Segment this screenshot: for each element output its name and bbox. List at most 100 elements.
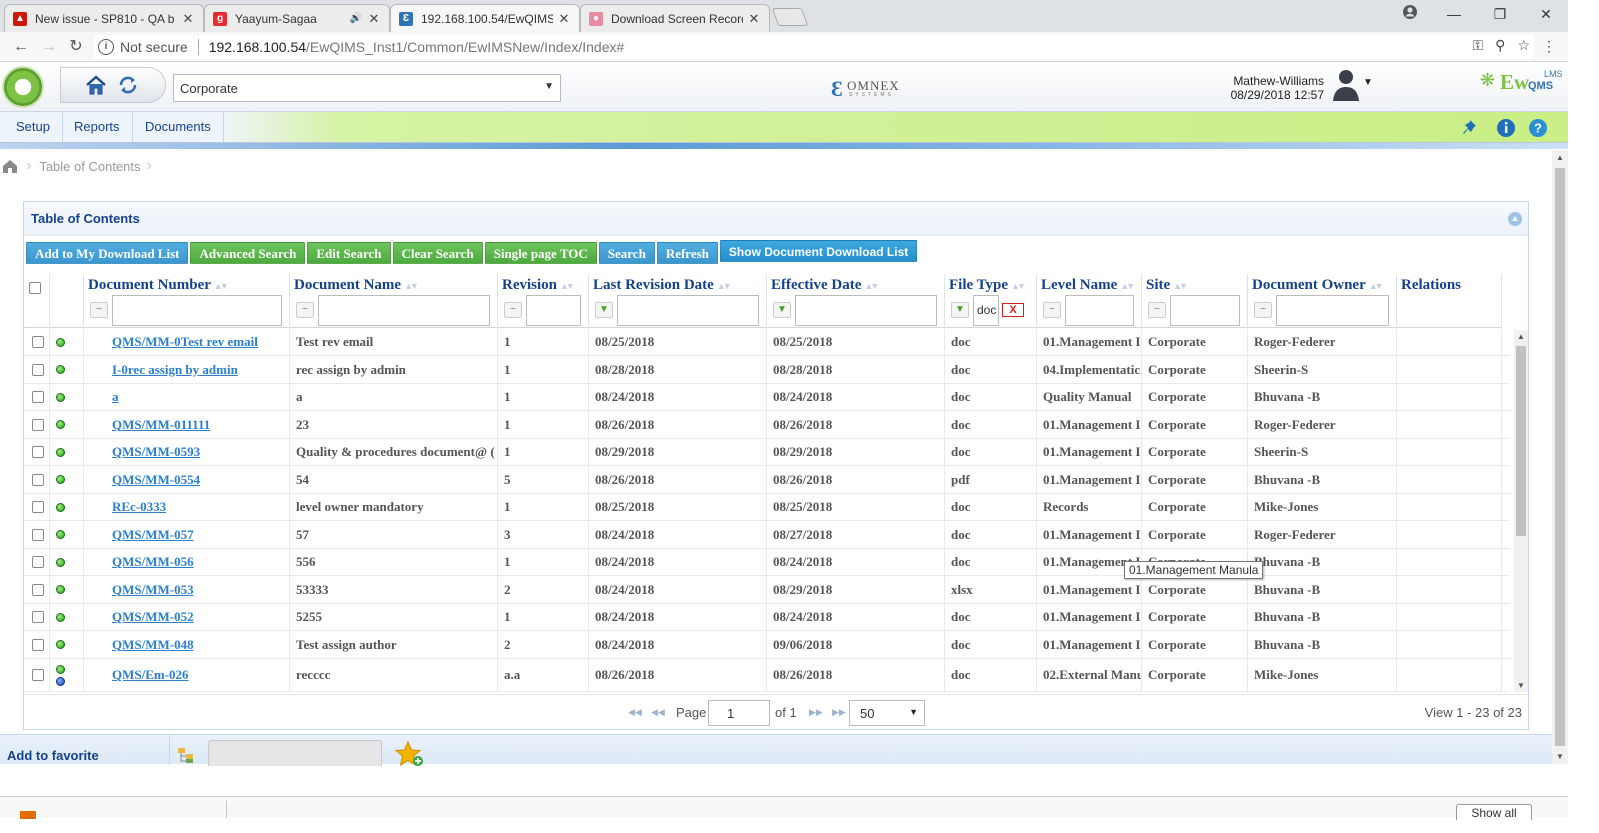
sort-icon[interactable]: ▲▼ [214,281,229,291]
scroll-down-icon[interactable]: ▼ [1517,681,1525,690]
document-link[interactable]: QMS/MM-0Test rev email [84,329,290,355]
column-label[interactable]: Document Owner ▲▼ [1252,277,1384,294]
sort-icon[interactable]: ▲▼ [717,281,732,291]
row-checkbox[interactable] [32,611,44,623]
sort-icon[interactable]: ▲▼ [560,281,575,291]
row-checkbox[interactable] [32,638,44,651]
next-page-icon[interactable]: ▶▶ [809,707,823,718]
favorite-tab[interactable] [208,740,382,766]
user-menu-chevron-icon[interactable]: ▼ [1363,77,1373,88]
filter-input-rev[interactable] [526,295,581,326]
filter-operator-icon[interactable]: ~ [1254,302,1272,318]
column-label[interactable]: Last Revision Date ▲▼ [593,277,732,294]
add-favorite-star-icon[interactable] [395,740,425,768]
document-link[interactable]: QMS/MM-011111 [84,411,290,438]
filter-input-level[interactable] [1065,295,1134,326]
filter-operator-icon[interactable]: ~ [90,302,108,318]
filter-input-lastrev[interactable] [617,295,759,326]
back-icon[interactable]: ← [10,36,32,58]
page-scrollbar[interactable]: ▲ ▼ [1552,150,1568,764]
page-scroll-thumb[interactable] [1555,168,1565,746]
row-checkbox[interactable] [32,528,44,541]
key-icon[interactable]: ⚿ [1473,37,1484,54]
table-row[interactable]: REc-0333 level owner mandatory 1 08/25/2018… [24,494,1510,521]
page-scroll-down-icon[interactable]: ▼ [1556,752,1564,761]
sort-icon[interactable]: ▲▼ [1369,281,1384,291]
column-label[interactable]: Effective Date ▲▼ [771,277,879,294]
add-to-my-download-list-button[interactable]: Add to My Download List [26,242,189,264]
table-row[interactable]: QMS/MM-053 53333 2 08/24/2018 08/29/2018 xlsx… [24,576,1510,604]
table-row[interactable]: QMS/MM-0Test rev email Test rev email 1 08/… [24,329,1510,356]
filter-input-docname[interactable] [318,295,490,326]
filter-operator-icon[interactable]: ~ [296,302,314,318]
grid-scroll-thumb[interactable] [1516,346,1526,536]
pin-icon[interactable] [1462,118,1482,138]
forward-icon[interactable]: → [38,36,60,58]
edit-search-button[interactable]: Edit Search [307,242,391,264]
column-label[interactable]: File Type ▲▼ [949,277,1026,294]
document-link[interactable]: QMS/Em-026 [84,659,290,691]
table-row[interactable]: a a 1 08/24/2018 08/24/2018 doc Quality Manual… [24,384,1510,411]
table-row[interactable]: QMS/Em-026 recccc a.a 08/26/2018 08/26/2018 d… [24,659,1510,692]
table-row[interactable]: QMS/MM-0554 54 5 08/26/2018 08/26/2018 pdf 01.… [24,466,1510,494]
document-link[interactable]: QMS/MM-0554 [84,466,290,493]
avatar[interactable] [1331,67,1361,103]
select-all-checkbox[interactable] [29,282,41,294]
menu-documents[interactable]: Documents [133,112,224,142]
document-link[interactable]: QMS/MM-0593 [84,439,290,465]
folder-tree-icon[interactable] [177,746,195,764]
download-file-icon[interactable] [20,811,36,819]
collapse-icon[interactable]: ▲ [1508,212,1522,226]
sort-icon[interactable]: ▲▼ [404,281,419,291]
home-icon[interactable] [85,74,107,96]
first-page-icon[interactable]: ◀◀ [628,707,642,718]
site-select[interactable]: Corporate ▼ [173,74,561,102]
bookmark-star-icon[interactable]: ☆ [1517,37,1530,54]
sort-icon[interactable]: ▲▼ [1120,281,1135,291]
table-row[interactable]: QMS/MM-057 57 3 08/24/2018 08/27/2018 doc 01.M… [24,521,1510,549]
row-checkbox[interactable] [32,446,44,458]
scroll-up-icon[interactable]: ▲ [1517,332,1525,341]
page-size-select[interactable]: 50 ▼ [849,700,925,726]
document-link[interactable]: QMS/MM-053 [84,576,290,603]
filter-input-eff[interactable] [795,295,937,326]
help-icon[interactable]: ? [1528,118,1548,138]
close-tab-icon[interactable]: ✕ [747,11,761,27]
row-checkbox[interactable] [32,583,44,596]
column-label[interactable]: Document Name ▲▼ [294,277,419,294]
show-all-downloads-button[interactable]: Show all [1456,804,1532,820]
breadcrumb-home-icon[interactable] [2,158,18,174]
close-tab-icon[interactable]: ✕ [181,11,195,27]
browser-menu-icon[interactable]: ⋮ [1542,38,1556,55]
document-link[interactable]: QMS/MM-052 [84,604,290,630]
app-sun-logo[interactable] [2,66,44,108]
refresh-icon[interactable] [117,74,139,96]
filter-operator-icon[interactable]: ~ [1043,302,1061,318]
refresh-button[interactable]: Refresh [656,242,718,264]
speaker-icon[interactable]: 🔊 [349,13,363,24]
table-row[interactable]: QMS/MM-048 Test assign author 2 08/24/2018 0… [24,631,1510,659]
last-page-icon[interactable]: ▶▶ [832,707,846,718]
document-link[interactable]: QMS/MM-057 [84,521,290,548]
column-label[interactable]: Site ▲▼ [1146,277,1188,294]
document-link[interactable]: REc-0333 [84,494,290,520]
address-bar[interactable]: i Not secure 192.168.100.54/EwQIMS_Inst1… [94,35,1534,59]
search-button[interactable]: Search [598,242,655,264]
row-checkbox[interactable] [32,336,44,348]
column-label[interactable]: Document Number ▲▼ [88,277,229,294]
row-checkbox[interactable] [32,418,44,431]
close-tab-icon[interactable]: ✕ [557,11,571,27]
filter-operator-icon[interactable]: ~ [504,302,522,318]
close-tab-icon[interactable]: ✕ [367,11,381,27]
close-window-icon[interactable]: ✕ [1534,4,1558,24]
prev-page-icon[interactable]: ◀◀ [651,707,665,718]
table-row[interactable]: QMS/MM-0593 Quality & procedures document… [24,439,1510,466]
minimize-icon[interactable]: — [1442,4,1466,24]
page-input[interactable]: 1 [708,700,770,726]
filter-operator-icon[interactable]: ▼ [595,302,613,318]
document-link[interactable]: I-0rec assign by admin [84,356,290,383]
column-label[interactable]: Revision ▲▼ [502,277,575,294]
site-info-icon[interactable]: i [98,39,114,55]
single-page-toc-button[interactable]: Single page TOC [484,242,597,264]
filter-input-ftype[interactable]: doc [973,295,999,326]
